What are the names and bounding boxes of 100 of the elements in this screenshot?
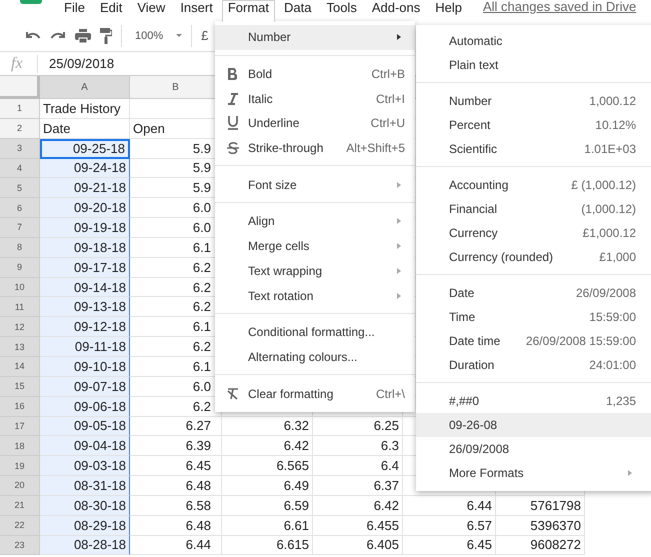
row-header[interactable]: 22 [0, 516, 40, 536]
menu-item[interactable]: Help [429, 0, 468, 20]
menu-option[interactable]: Strike-through Alt+Shift+5 [215, 136, 415, 160]
row-header[interactable]: 21 [0, 496, 40, 516]
menu-option[interactable]: Percent 10.12% [416, 113, 651, 137]
menu-option[interactable]: Automatic [416, 29, 651, 53]
table-cell: 6.27 [186, 418, 211, 434]
zoom-dropdown[interactable]: 100% [135, 30, 164, 42]
menu-option[interactable]: Underline Ctrl+U [215, 111, 415, 136]
undo-icon[interactable] [25, 30, 41, 42]
row-header[interactable]: 14 [0, 356, 40, 377]
table-cell: 6.0 [192, 220, 211, 235]
row-header[interactable]: 3 [0, 138, 40, 159]
row-header[interactable]: 7 [0, 218, 40, 238]
table-cell: 9608272 [530, 537, 581, 552]
redo-icon[interactable] [50, 30, 66, 42]
paint-format-icon[interactable] [100, 28, 112, 44]
menu-option[interactable]: Conditional formatting... [215, 320, 415, 345]
row-header[interactable]: 19 [0, 456, 40, 476]
menu-item[interactable]: View [131, 0, 172, 20]
menu-item[interactable]: Format [222, 0, 275, 22]
column-header[interactable]: A [81, 82, 88, 92]
row-header[interactable]: 6 [0, 198, 40, 218]
table-cell: 09-10-18 [74, 358, 126, 374]
menu-option[interactable]: Align [215, 209, 415, 234]
row-header[interactable]: 18 [0, 436, 40, 456]
row-header[interactable]: 17 [0, 416, 40, 436]
menu-option[interactable]: Currency £1,000.12 [416, 221, 651, 245]
menu-option[interactable]: Clear formatting Ctrl+\ [215, 381, 415, 406]
menu-option[interactable]: Bold Ctrl+B [215, 62, 415, 86]
row-header[interactable]: 20 [0, 476, 40, 496]
table-cell: 09-21-18 [74, 180, 126, 196]
currency-button[interactable]: £ [201, 28, 208, 43]
menu-item[interactable]: File [58, 0, 91, 20]
row-header[interactable]: 9 [0, 258, 40, 278]
table-cell: 09-04-18 [74, 438, 126, 454]
table-cell: 09-12-18 [74, 319, 126, 334]
print-icon[interactable] [75, 28, 91, 42]
menu-item[interactable]: Tools [320, 0, 363, 20]
row-header[interactable]: 1 [0, 99, 40, 119]
table-cell: 08-30-18 [74, 498, 126, 513]
table-cell: 6.42 [284, 438, 309, 454]
row-header[interactable]: 12 [0, 317, 40, 338]
menu-option[interactable]: 09-26-08 [416, 413, 651, 437]
menu-option[interactable]: Text wrapping [215, 258, 415, 284]
menu-option[interactable]: Date 26/09/2008 [416, 281, 651, 305]
table-cell: 08-31-18 [74, 478, 126, 493]
strikethrough-icon [227, 142, 239, 154]
menu-option[interactable]: Italic Ctrl+I [215, 86, 415, 112]
menu-option[interactable]: 26/09/2008 [416, 437, 651, 461]
row-header[interactable]: 8 [0, 238, 40, 258]
row-header[interactable]: 16 [0, 396, 40, 416]
menu-item[interactable]: Insert [174, 0, 219, 20]
menu-option[interactable]: Number [215, 25, 415, 50]
menu-option[interactable]: Scientific 1.01E+03 [416, 137, 651, 161]
row-header[interactable]: 10 [0, 278, 40, 298]
menu-option[interactable]: Duration 24:01:00 [416, 353, 651, 377]
row-header[interactable]: 23 [0, 536, 40, 556]
formula-label: fx [0, 54, 38, 72]
table-cell: 6.1 [192, 240, 211, 255]
table-cell: 08-28-18 [74, 537, 126, 552]
menu-option[interactable]: Date time 26/09/2008 15:59:00 [416, 329, 651, 353]
menu-option[interactable]: Font size [215, 172, 415, 198]
table-cell: 6.565 [276, 458, 309, 474]
caret-icon[interactable] [176, 34, 182, 37]
row-header[interactable]: 2 [0, 118, 40, 139]
menu-option[interactable]: Time 15:59:00 [416, 305, 651, 329]
table-cell: 6.32 [284, 418, 309, 434]
menu-option[interactable]: Alternating colours... [215, 344, 415, 370]
menu-item[interactable]: Edit [94, 0, 128, 20]
menu-option[interactable]: Number 1,000.12 [416, 89, 651, 113]
menu-option[interactable]: Text rotation [215, 283, 415, 308]
row-header[interactable]: 11 [0, 297, 40, 318]
menu-option[interactable]: Plain text [416, 53, 651, 77]
menu-option[interactable]: Accounting £ (1,000.12) [416, 173, 651, 197]
column-header[interactable]: B [172, 82, 179, 92]
menu-item[interactable]: Data [278, 0, 318, 20]
menu-option[interactable]: Merge cells [215, 234, 415, 258]
row-header[interactable]: 15 [0, 376, 40, 397]
submenu-arrow-icon [397, 34, 401, 40]
formula-input[interactable]: 25/09/2018 [49, 56, 114, 71]
table-cell: Date [43, 120, 70, 136]
table-cell: 6.49 [284, 478, 309, 493]
menu-option[interactable]: Financial (1,000.12) [416, 197, 651, 221]
menu-option[interactable]: More Formats [416, 461, 651, 485]
menu-option[interactable]: #,##0 1,235 [416, 389, 651, 413]
menu-option[interactable]: Currency (rounded) £1,000 [416, 245, 651, 269]
row-header[interactable]: 5 [0, 178, 40, 198]
table-cell: 09-19-18 [74, 220, 126, 235]
submenu-arrow-icon [397, 218, 401, 224]
save-status-link[interactable]: All changes saved in Drive [483, 0, 636, 14]
table-cell: 6.1 [192, 319, 211, 334]
table-cell: Trade History [43, 100, 121, 116]
logo-icon[interactable] [20, 0, 42, 4]
row-header[interactable]: 13 [0, 337, 40, 357]
table-cell: 09-03-18 [74, 458, 126, 474]
menu-item[interactable]: Add-ons [366, 0, 426, 20]
row-header[interactable]: 4 [0, 158, 40, 178]
table-cell: 6.3 [380, 438, 399, 454]
clear-format-icon [227, 388, 239, 400]
